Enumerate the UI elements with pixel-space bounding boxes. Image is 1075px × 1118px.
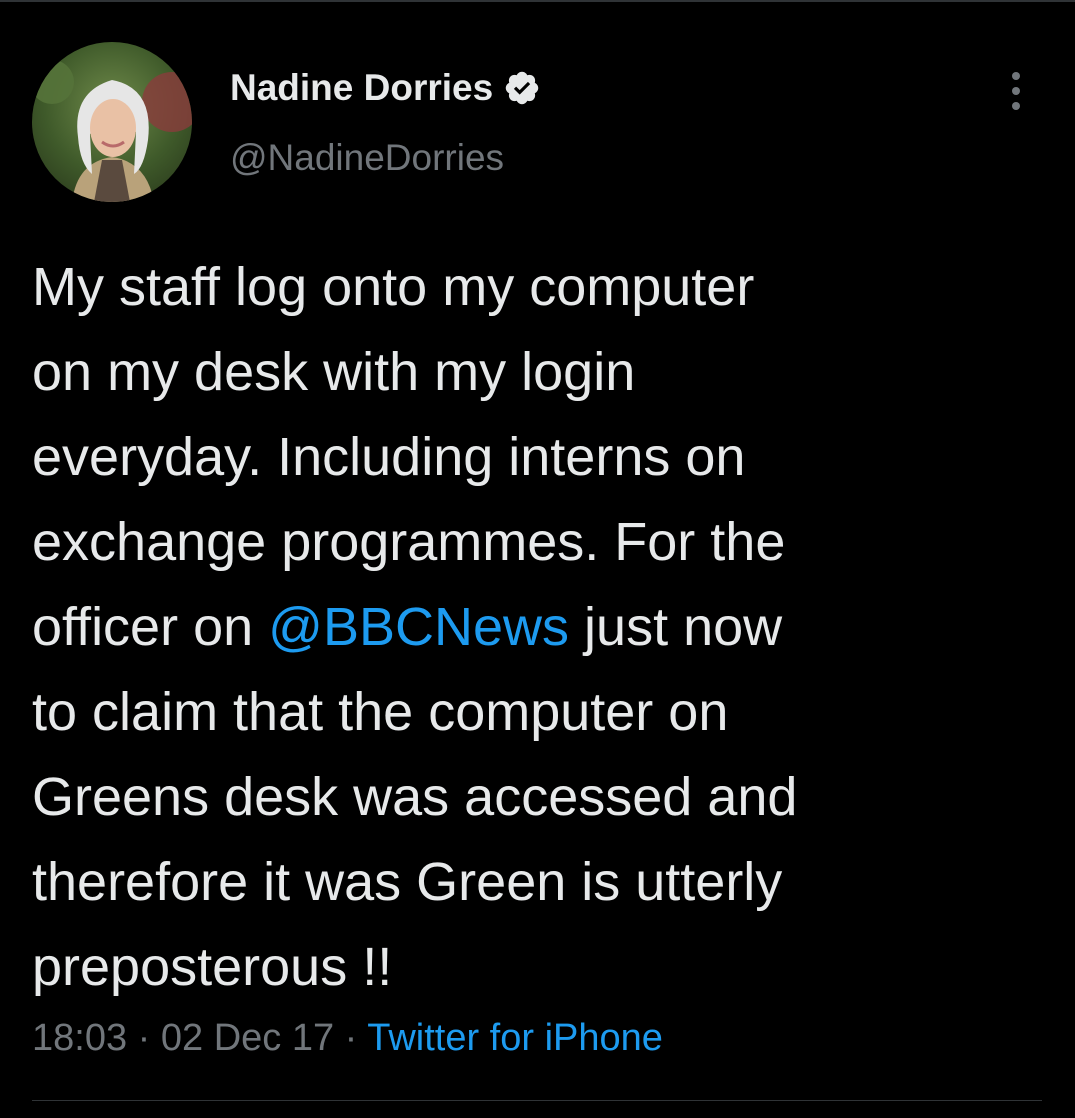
meta-separator: · (127, 1017, 161, 1059)
handle[interactable]: @NadineDorries (230, 134, 504, 182)
author-row: Nadine Dorries (230, 64, 541, 112)
tweet-text: My staff log onto my computer on my desk… (32, 245, 1042, 1010)
tweet-line: Greens desk was accessed and (32, 767, 798, 827)
avatar[interactable] (32, 42, 192, 202)
tweet-line: exchange programmes. For the (32, 512, 786, 572)
tweet-line: to claim that the computer on (32, 682, 729, 742)
more-dot (1012, 102, 1020, 110)
more-dot (1012, 87, 1020, 95)
tweet-date[interactable]: 02 Dec 17 (161, 1017, 334, 1059)
bottom-divider (32, 1100, 1042, 1101)
more-vertical-icon[interactable] (1000, 64, 1032, 118)
mention-link[interactable]: @BBCNews (268, 597, 569, 657)
tweet-line: therefore it was Green is utterly (32, 852, 783, 912)
tweet-source-link[interactable]: Twitter for iPhone (367, 1017, 663, 1059)
tweet-time[interactable]: 18:03 (32, 1017, 127, 1059)
tweet-meta: 18:03 · 02 Dec 17 · Twitter for iPhone (32, 1012, 663, 1064)
verified-badge-icon (503, 69, 541, 107)
tweet-line: My staff log onto my computer (32, 257, 755, 317)
tweet-line: officer on @BBCNews just now (32, 585, 1042, 670)
display-name[interactable]: Nadine Dorries (230, 64, 493, 112)
avatar-image (32, 42, 192, 202)
tweet-line: on my desk with my login (32, 342, 636, 402)
tweet-text-segment: just now (569, 597, 783, 657)
tweet-line: preposterous !! (32, 937, 393, 997)
tweet-text-segment: officer on (32, 597, 269, 657)
more-dot (1012, 72, 1020, 80)
tweet-line: everyday. Including interns on (32, 427, 746, 487)
meta-separator: · (334, 1017, 368, 1059)
top-divider (0, 0, 1075, 2)
